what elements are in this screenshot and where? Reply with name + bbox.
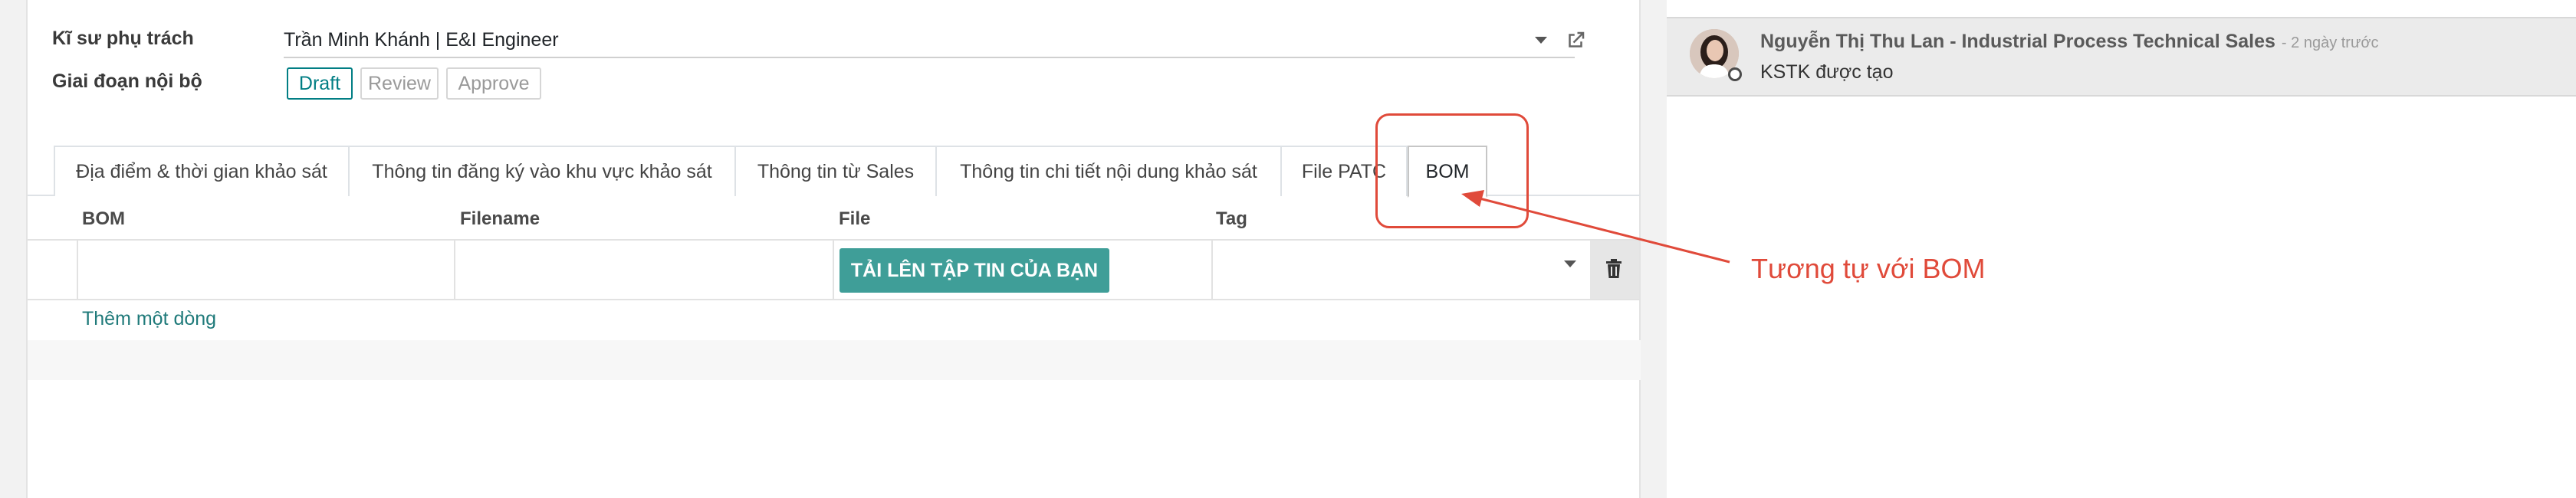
annotation-arrow	[1461, 190, 1730, 264]
